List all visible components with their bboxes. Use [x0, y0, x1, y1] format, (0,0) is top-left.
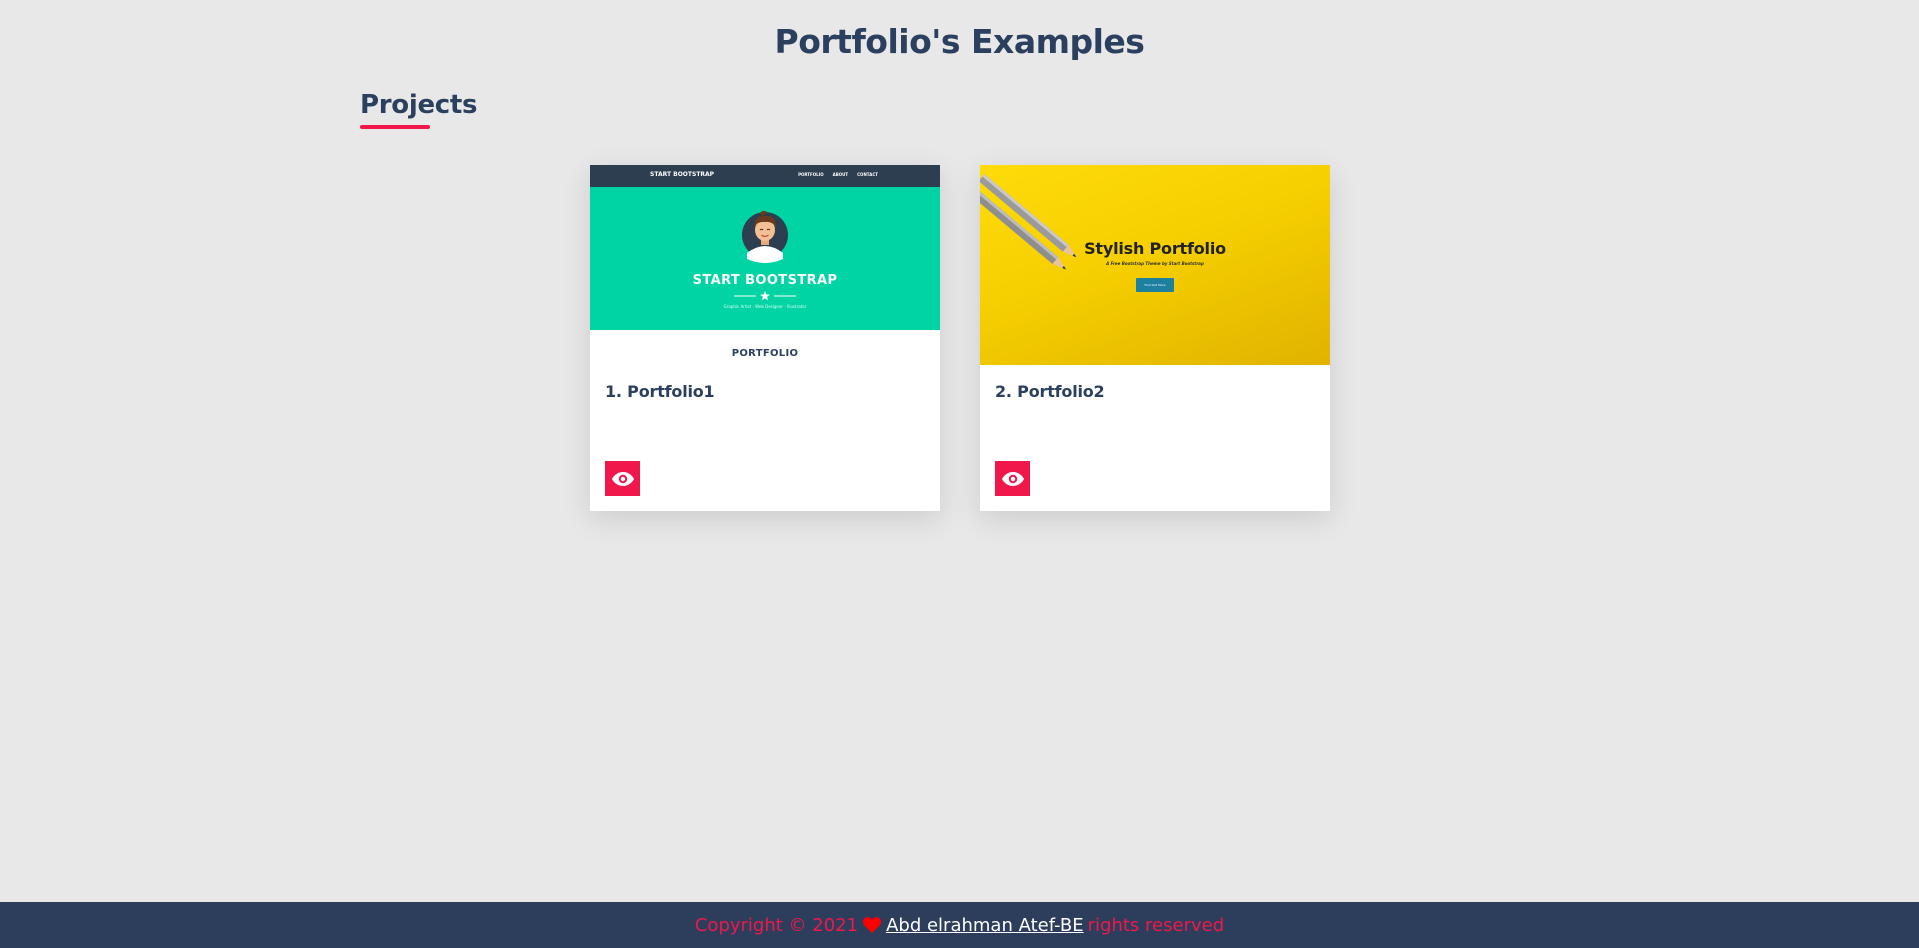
footer-author-link[interactable]: Abd elrahman Atef-BE	[886, 915, 1084, 936]
project-title: 1. Portfolio1	[605, 382, 715, 401]
view-project-button[interactable]	[995, 461, 1030, 496]
footer: Copyright © 2021 Abd elrahman Atef-BE ri…	[0, 902, 1919, 948]
page-title: Portfolio's Examples	[774, 22, 1145, 61]
preview-hero: START BOOTSTRAP Graphic Artist - Web Des…	[590, 187, 940, 330]
preview-hero-title: START BOOTSTRAP	[692, 273, 838, 288]
preview-brand: START BOOTSTRAP	[650, 171, 715, 178]
project-preview-image: Stylish Portfolio A Free Bootstrap Theme…	[980, 165, 1330, 365]
project-preview-image: START BOOTSTRAP PORTFOLIO ABOUT CONTACT …	[590, 165, 940, 365]
section-title-projects: Projects	[360, 90, 478, 120]
preview-button: Find Out More	[1136, 278, 1174, 292]
preview-nav-link: CONTACT	[857, 172, 878, 177]
project-title: 2. Portfolio2	[995, 382, 1105, 401]
preview-nav-links: PORTFOLIO ABOUT CONTACT	[798, 172, 878, 177]
footer-rights: rights reserved	[1087, 914, 1225, 936]
view-project-button[interactable]	[605, 461, 640, 496]
eye-icon	[611, 471, 634, 486]
project-card-portfolio1: START BOOTSTRAP PORTFOLIO ABOUT CONTACT …	[590, 165, 940, 511]
pencils-illustration-icon	[980, 174, 1077, 270]
heart-icon	[863, 917, 882, 933]
preview-section-title: PORTFOLIO	[731, 348, 799, 359]
preview-navbar: START BOOTSTRAP PORTFOLIO ABOUT CONTACT	[590, 165, 940, 187]
preview-nav-link: PORTFOLIO	[798, 172, 824, 177]
star-divider-icon	[734, 291, 796, 301]
preview-tagline: Graphic Artist - Web Designer - Illustra…	[723, 304, 807, 309]
footer-copyright: Copyright © 2021	[694, 914, 859, 936]
eye-icon	[1001, 471, 1024, 486]
preview-hero-title: Stylish Portfolio	[1084, 239, 1226, 258]
project-card-portfolio2: Stylish Portfolio A Free Bootstrap Theme…	[980, 165, 1330, 511]
preview-nav-link: ABOUT	[832, 172, 849, 177]
section-title-underline	[360, 125, 430, 129]
preview-subtitle: A Free Bootstrap Theme by Start Bootstra…	[1106, 261, 1204, 266]
avatar-illustration-icon	[742, 210, 788, 263]
